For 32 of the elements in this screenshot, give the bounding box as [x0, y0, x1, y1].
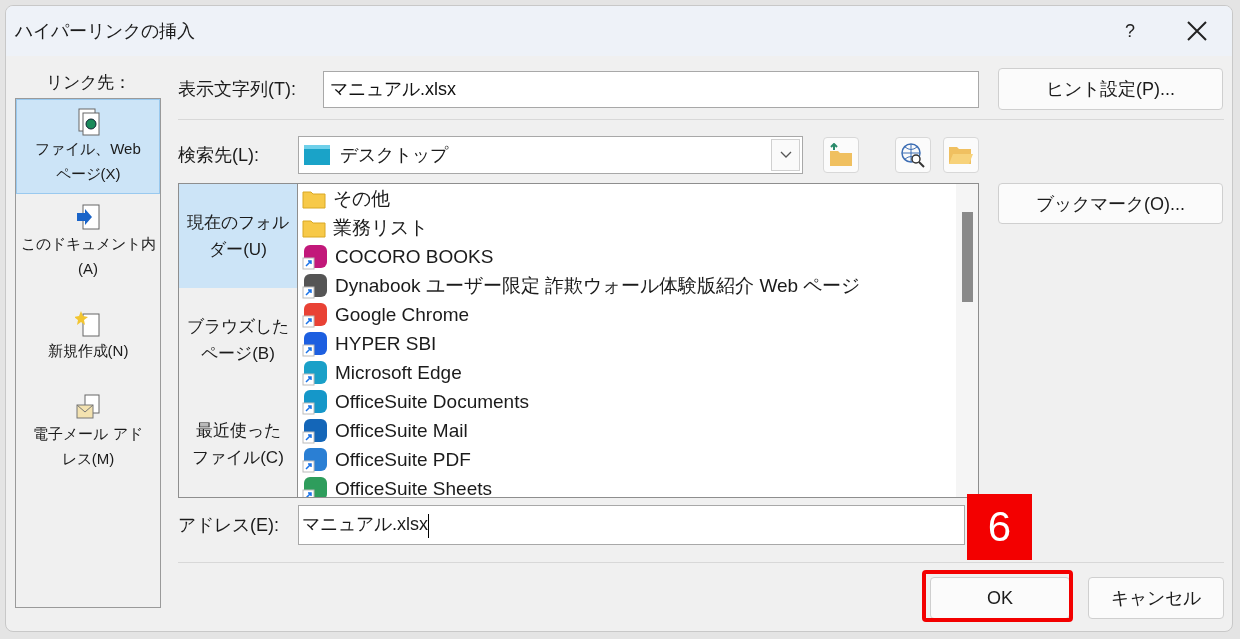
hint-button[interactable]: ヒント設定(P)... [998, 68, 1223, 110]
look-in-dropdown[interactable]: デスクトップ [298, 136, 803, 174]
file-list-item[interactable]: 業務リスト [333, 213, 428, 242]
display-text-field[interactable]: マニュアル.xlsx [323, 70, 979, 108]
file-list-item[interactable]: OfficeSuite Sheets [335, 474, 493, 497]
file-list-item[interactable]: OfficeSuite Mail [335, 416, 468, 445]
file-list-item[interactable]: Dynabook ユーザー限定 詐欺ウォール体験版紹介 Web ページ [335, 271, 861, 300]
window-title: ハイパーリンクの挿入 [15, 20, 196, 43]
step-badge: 6 [967, 494, 1032, 560]
help-button[interactable]: ? [1110, 20, 1150, 42]
browse-tab[interactable]: ブラウズしたページ(B) [179, 288, 297, 392]
display-text-label: 表示文字列(T): [178, 78, 297, 101]
look-in-label: 検索先(L): [178, 144, 260, 167]
file-list-item[interactable]: OfficeSuite PDF [335, 445, 471, 474]
ok-button[interactable]: OK [930, 577, 1070, 619]
link-type-item[interactable]: 電子メール アドレス(M) [16, 384, 160, 479]
browse-tab[interactable]: 現在のフォルダー(U) [179, 184, 297, 288]
file-list-item[interactable]: その他 [333, 184, 390, 213]
file-list-item[interactable]: Microsoft Edge [335, 358, 462, 387]
link-to-label: リンク先： [45, 72, 131, 94]
link-type-item[interactable]: このドキュメント内(A) [16, 194, 160, 289]
link-type-item[interactable]: 新規作成(N) [16, 289, 160, 384]
file-list-item[interactable]: COCORO BOOKS [335, 242, 494, 271]
cancel-button[interactable]: キャンセル [1088, 577, 1224, 619]
address-label: アドレス(E): [178, 514, 280, 537]
browse-tab[interactable]: 最近使ったファイル(C) [179, 392, 297, 496]
file-list-item[interactable]: HYPER SBI [335, 329, 437, 358]
bookmark-button[interactable]: ブックマーク(O)... [998, 183, 1223, 224]
link-type-item[interactable]: ファイル、Web ページ(X) [16, 99, 160, 194]
file-list-item[interactable]: Google Chrome [335, 300, 470, 329]
address-field[interactable]: マニュアル.xlsx [298, 505, 965, 545]
file-list-item[interactable]: OfficeSuite Documents [335, 387, 529, 416]
